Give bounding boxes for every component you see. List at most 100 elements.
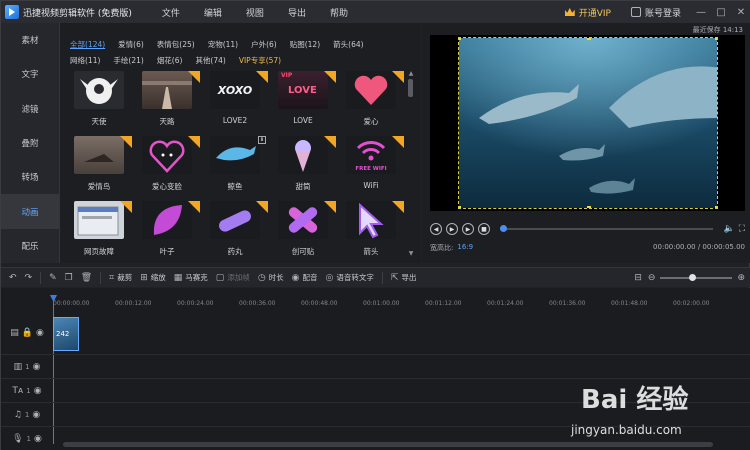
resize-handle[interactable] bbox=[587, 206, 591, 208]
library-item-angel[interactable]: 天使 bbox=[66, 71, 132, 135]
tab-fireworks[interactable]: 烟花(6) bbox=[157, 53, 183, 69]
resize-handle[interactable] bbox=[715, 206, 717, 208]
edit-button[interactable]: ✎ bbox=[49, 273, 57, 283]
fit-timeline-icon[interactable]: ⊟ bbox=[634, 273, 642, 283]
undo-button[interactable]: ↶ bbox=[9, 273, 17, 283]
resize-handle[interactable] bbox=[459, 38, 461, 40]
tab-vip[interactable]: VIP专享(57) bbox=[239, 53, 281, 69]
resize-handle[interactable] bbox=[715, 38, 717, 40]
video-clip[interactable]: 242 bbox=[53, 317, 79, 351]
minimize-button[interactable]: — bbox=[691, 7, 711, 18]
mosaic-button[interactable]: ▦ 马赛克 bbox=[174, 272, 208, 283]
pill-icon bbox=[219, 210, 251, 232]
menu-export[interactable]: 导出 bbox=[276, 6, 318, 19]
export-button[interactable]: ⇱ 导出 bbox=[391, 272, 417, 283]
video-track-lane[interactable]: 242 bbox=[53, 312, 750, 355]
duration-button[interactable]: ◷ 时长 bbox=[258, 272, 284, 283]
zoom-in-icon[interactable]: ⊕ bbox=[737, 273, 745, 283]
sidebar-item-filters[interactable]: 滤镜 bbox=[1, 92, 59, 126]
tab-outdoor[interactable]: 户外(6) bbox=[251, 37, 277, 53]
tab-arrows[interactable]: 箭头(64) bbox=[333, 37, 363, 53]
sidebar-item-text[interactable]: 文字 bbox=[1, 57, 59, 91]
resize-handle[interactable] bbox=[459, 206, 461, 208]
dubbing-button[interactable]: ◉ 配音 bbox=[292, 272, 318, 283]
scroll-down-icon[interactable]: ▼ bbox=[408, 251, 414, 257]
library-item-love2[interactable]: XOXO LOVE2 bbox=[202, 71, 268, 135]
library-item-lovebird[interactable]: 爱情鸟 bbox=[66, 136, 132, 200]
library-item-ice-cream[interactable]: 甜筒 bbox=[270, 136, 336, 200]
library-scrollbar[interactable]: ▲ ▼ bbox=[408, 71, 414, 259]
lock-icon[interactable]: 🔒 bbox=[22, 328, 33, 338]
library-item-wifi[interactable]: FREE WIFI WiFi bbox=[338, 136, 404, 200]
library-item-whale[interactable]: ⬇ 鲸鱼 bbox=[202, 136, 268, 200]
copy-button[interactable]: ❐ bbox=[65, 273, 73, 283]
play-button[interactable]: ▶ bbox=[446, 223, 458, 235]
library-item-heart[interactable]: 爱心 bbox=[338, 71, 404, 135]
library-item-arrow[interactable]: 箭头 bbox=[338, 201, 404, 261]
library-item-heart-face[interactable]: 爱心变脸 bbox=[134, 136, 200, 200]
tab-other[interactable]: 其他(74) bbox=[195, 53, 225, 69]
next-frame-button[interactable]: ▶ bbox=[462, 223, 474, 235]
menu-file[interactable]: 文件 bbox=[150, 6, 192, 19]
menu-view[interactable]: 视图 bbox=[234, 6, 276, 19]
eye-icon[interactable]: ◉ bbox=[36, 328, 44, 338]
zoom-slider[interactable] bbox=[660, 273, 733, 281]
library-item-leaf[interactable]: 叶子 bbox=[134, 201, 200, 261]
add-frame-icon: ▢ bbox=[215, 272, 225, 283]
eye-icon[interactable]: ◉ bbox=[34, 386, 42, 396]
tab-pets[interactable]: 宠物(11) bbox=[208, 37, 238, 53]
seek-bar[interactable] bbox=[500, 225, 714, 232]
tab-all[interactable]: 全部(124) bbox=[70, 37, 105, 53]
redo-button[interactable]: ↷ bbox=[25, 273, 33, 283]
browser-window-icon bbox=[77, 206, 119, 236]
zoom-slider-knob[interactable] bbox=[689, 273, 697, 281]
speech-to-text-button[interactable]: ◎ 语音转文字 bbox=[326, 272, 374, 283]
tab-network[interactable]: 网络(11) bbox=[70, 53, 100, 69]
crop-label: 裁剪 bbox=[117, 273, 133, 282]
volume-icon[interactable]: 🔈 bbox=[723, 224, 734, 234]
fullscreen-icon[interactable]: ⛶ bbox=[739, 224, 745, 234]
crop-button[interactable]: ⌗ 裁剪 bbox=[109, 272, 132, 283]
zoom-out-icon[interactable]: ⊖ bbox=[648, 273, 656, 283]
library-item-web-glitch[interactable]: 网页故障 bbox=[66, 201, 132, 261]
leaf-icon bbox=[153, 205, 182, 235]
open-vip-button[interactable]: 开通VIP bbox=[555, 6, 621, 19]
ice-cream-thumbnail bbox=[278, 136, 328, 174]
zoom-button[interactable]: ⊞ 缩放 bbox=[140, 272, 166, 283]
speaker-icon[interactable]: ◉ bbox=[32, 410, 40, 420]
aspect-ratio-value[interactable]: 16:9 bbox=[457, 243, 473, 253]
maximize-button[interactable]: □ bbox=[711, 7, 731, 18]
library-item-bandage[interactable]: 创可贴 bbox=[270, 201, 336, 261]
library-item-love[interactable]: VIP LOVE LOVE bbox=[270, 71, 336, 135]
time-ruler[interactable]: 00:00:00.00 00:00:12.00 00:00:24.00 00:00:3… bbox=[53, 297, 743, 311]
scroll-up-icon[interactable]: ▲ bbox=[408, 71, 414, 77]
item-label: 叶子 bbox=[159, 247, 175, 256]
close-button[interactable]: ✕ bbox=[731, 7, 750, 18]
resize-handle[interactable] bbox=[587, 38, 591, 40]
add-frame-button[interactable]: ▢ 添加帧 bbox=[216, 272, 250, 283]
tab-stickers[interactable]: 贴图(12) bbox=[290, 37, 320, 53]
sidebar-item-overlay[interactable]: 叠附 bbox=[1, 126, 59, 160]
sidebar-item-animation[interactable]: 动画 bbox=[1, 194, 59, 229]
timeline-scrollbar[interactable] bbox=[63, 442, 713, 447]
sidebar-item-music[interactable]: 配乐 bbox=[1, 229, 59, 263]
seek-knob[interactable] bbox=[500, 225, 507, 232]
tab-emoji[interactable]: 表情包(25) bbox=[157, 37, 195, 53]
library-item-pill[interactable]: 药丸 bbox=[202, 201, 268, 261]
eye-icon[interactable]: ◉ bbox=[33, 362, 41, 372]
sidebar-item-transitions[interactable]: 转场 bbox=[1, 160, 59, 194]
speaker-icon[interactable]: ◉ bbox=[34, 434, 42, 444]
sidebar-item-media[interactable]: 素材 bbox=[1, 23, 59, 57]
menu-help[interactable]: 帮助 bbox=[318, 6, 360, 19]
video-frame[interactable] bbox=[458, 37, 718, 209]
account-login-button[interactable]: 账号登录 bbox=[621, 6, 691, 19]
delete-button[interactable]: 🗑 bbox=[81, 273, 92, 283]
menu-edit[interactable]: 编辑 bbox=[192, 6, 234, 19]
scroll-thumb[interactable] bbox=[408, 79, 413, 97]
divider bbox=[100, 271, 102, 284]
tab-handdrawn[interactable]: 手绘(21) bbox=[113, 53, 143, 69]
library-item-heaven-road[interactable]: 天路 bbox=[134, 71, 200, 135]
stop-button[interactable]: ■ bbox=[478, 223, 490, 235]
tab-love[interactable]: 爱情(6) bbox=[118, 37, 144, 53]
previous-frame-button[interactable]: ◀ bbox=[430, 223, 442, 235]
